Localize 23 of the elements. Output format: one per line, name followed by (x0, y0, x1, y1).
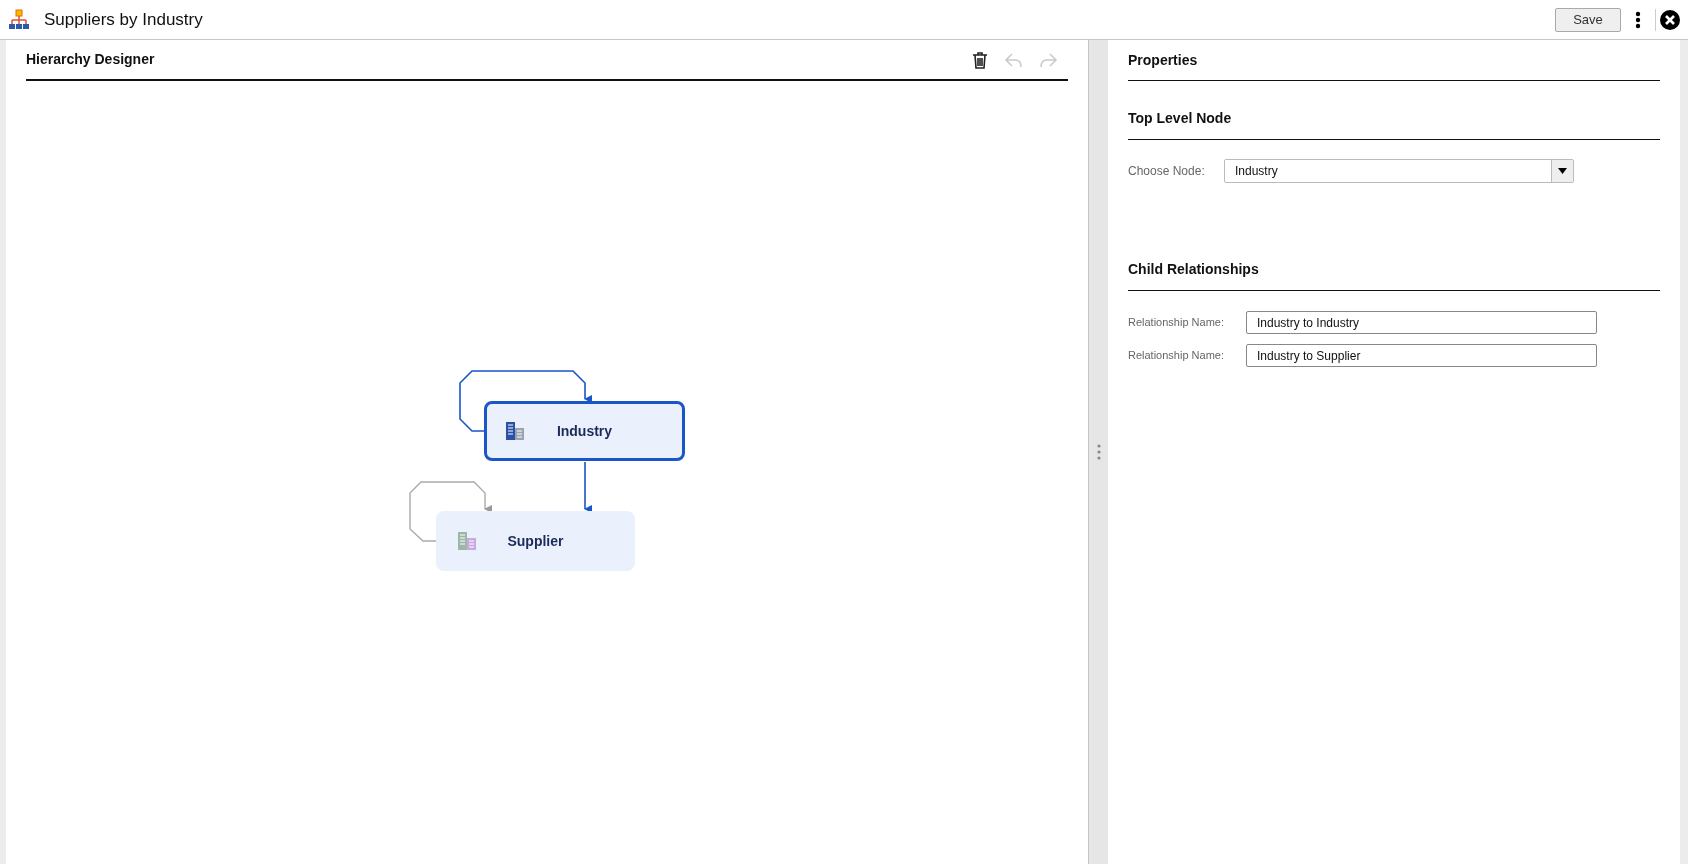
relationship-name-field[interactable]: Industry to Industry (1246, 311, 1597, 334)
delete-icon[interactable] (970, 49, 990, 70)
close-icon[interactable] (1660, 9, 1680, 30)
entity-node[interactable]: Supplier (436, 511, 635, 571)
more-options-icon[interactable] (1635, 10, 1641, 29)
section-title: Top Level Node (1128, 109, 1232, 128)
window-title: Suppliers by Industry (44, 8, 203, 31)
connector-arrow (584, 461, 592, 513)
save-button[interactable]: Save (1555, 7, 1621, 32)
panel-title: Properties (1128, 50, 1198, 70)
caret-icon (1558, 168, 1567, 174)
hierarchy-icon (8, 8, 30, 31)
panel-title: Hierarchy Designer (26, 50, 156, 69)
building-icon (505, 421, 525, 441)
field-label: Relationship Name: (1128, 315, 1225, 331)
relationship-name-field[interactable]: Industry to Supplier (1246, 344, 1597, 367)
node-dropdown[interactable]: Industry (1224, 159, 1574, 183)
resize-handle-icon[interactable] (1096, 444, 1101, 460)
field-label: Relationship Name: (1128, 348, 1225, 364)
building-icon (457, 531, 477, 551)
section-title: Child Relationships (1128, 260, 1259, 279)
entity-node[interactable]: Industry (484, 401, 685, 461)
field-label: Choose Node: (1128, 163, 1206, 180)
